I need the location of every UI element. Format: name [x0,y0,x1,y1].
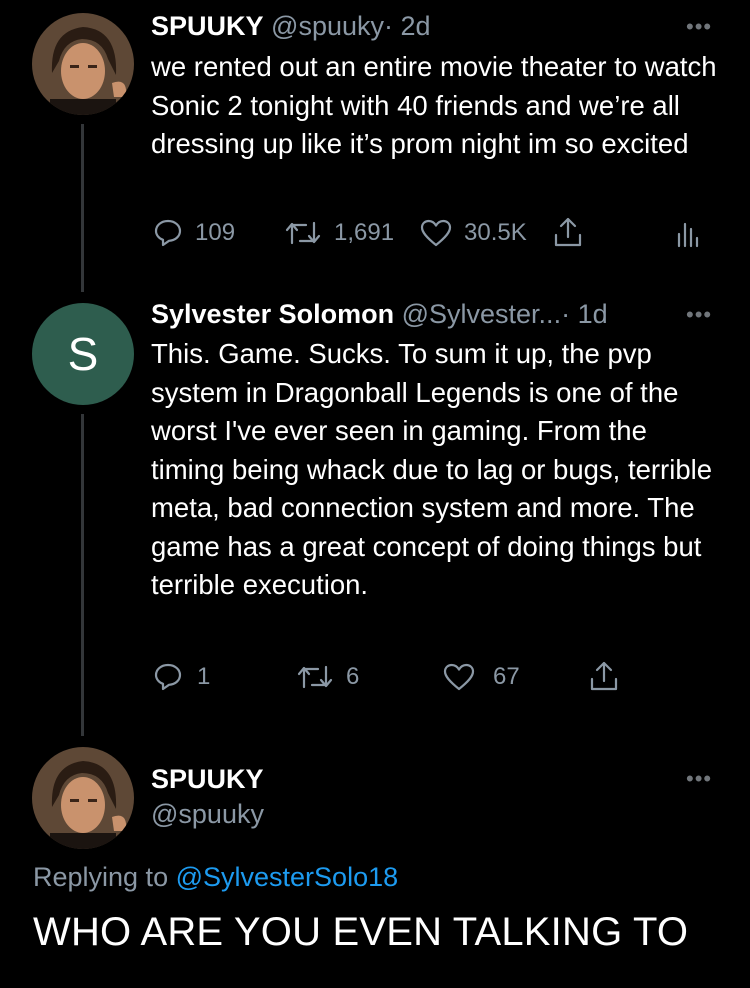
like-button[interactable]: 30.5K [420,219,527,247]
tweet-time: · 1d [561,299,608,329]
author-handle[interactable]: @Sylvester... [402,299,561,329]
like-count: 67 [493,663,520,690]
author-handle[interactable]: @spuuky [271,11,384,41]
retweet-button[interactable]: 6 [296,663,359,691]
tweet-text: we rented out an entire movie theater to… [151,51,717,159]
replying-to-mention[interactable]: @SylvesterSolo18 [176,862,399,892]
more-options-icon[interactable]: ••• [686,302,712,328]
tweet-text: This. Game. Sucks. To sum it up, the pvp… [151,338,713,600]
tweet-time: · 2d [384,11,431,41]
more-options-icon[interactable]: ••• [686,766,712,792]
author-name[interactable]: SPUUKY [151,764,264,794]
analytics-icon [677,222,699,248]
replying-to-label: Replying to [33,862,169,892]
reply-icon [154,219,182,247]
analytics-button[interactable] [676,220,700,248]
like-button[interactable]: 67 [443,663,520,691]
author-name[interactable]: Sylvester Solomon [151,299,394,329]
reply-count: 1 [197,663,211,690]
share-icon [590,661,618,691]
thread-line-2 [81,414,84,736]
more-options-icon[interactable]: ••• [686,14,712,40]
share-button[interactable] [552,215,584,249]
reply-count: 109 [195,219,236,246]
heart-icon [443,663,475,691]
share-icon [554,217,582,247]
main-tweet-text: WHO ARE YOU EVEN TALKING TO [33,910,689,954]
thread-line-1 [81,124,84,292]
retweet-icon [285,221,321,245]
reply-button[interactable]: 109 [153,218,235,248]
reply-icon [154,663,182,691]
retweet-button[interactable]: 1,691 [284,219,394,247]
avatar-spuuky[interactable] [32,13,134,115]
retweet-count: 1,691 [334,219,395,246]
author-name[interactable]: SPUUKY [151,11,264,41]
like-count: 30.5K [464,219,527,246]
replying-to: Replying to @SylvesterSolo18 [33,862,398,893]
retweet-count: 6 [346,663,360,690]
avatar-sylvester[interactable]: S [32,303,134,405]
reply-button[interactable]: 1 [153,662,210,692]
avatar-spuuky[interactable] [32,747,134,849]
retweet-icon [297,665,333,689]
heart-icon [420,219,452,247]
author-handle[interactable]: @spuuky [151,799,264,830]
share-button[interactable] [588,659,620,693]
